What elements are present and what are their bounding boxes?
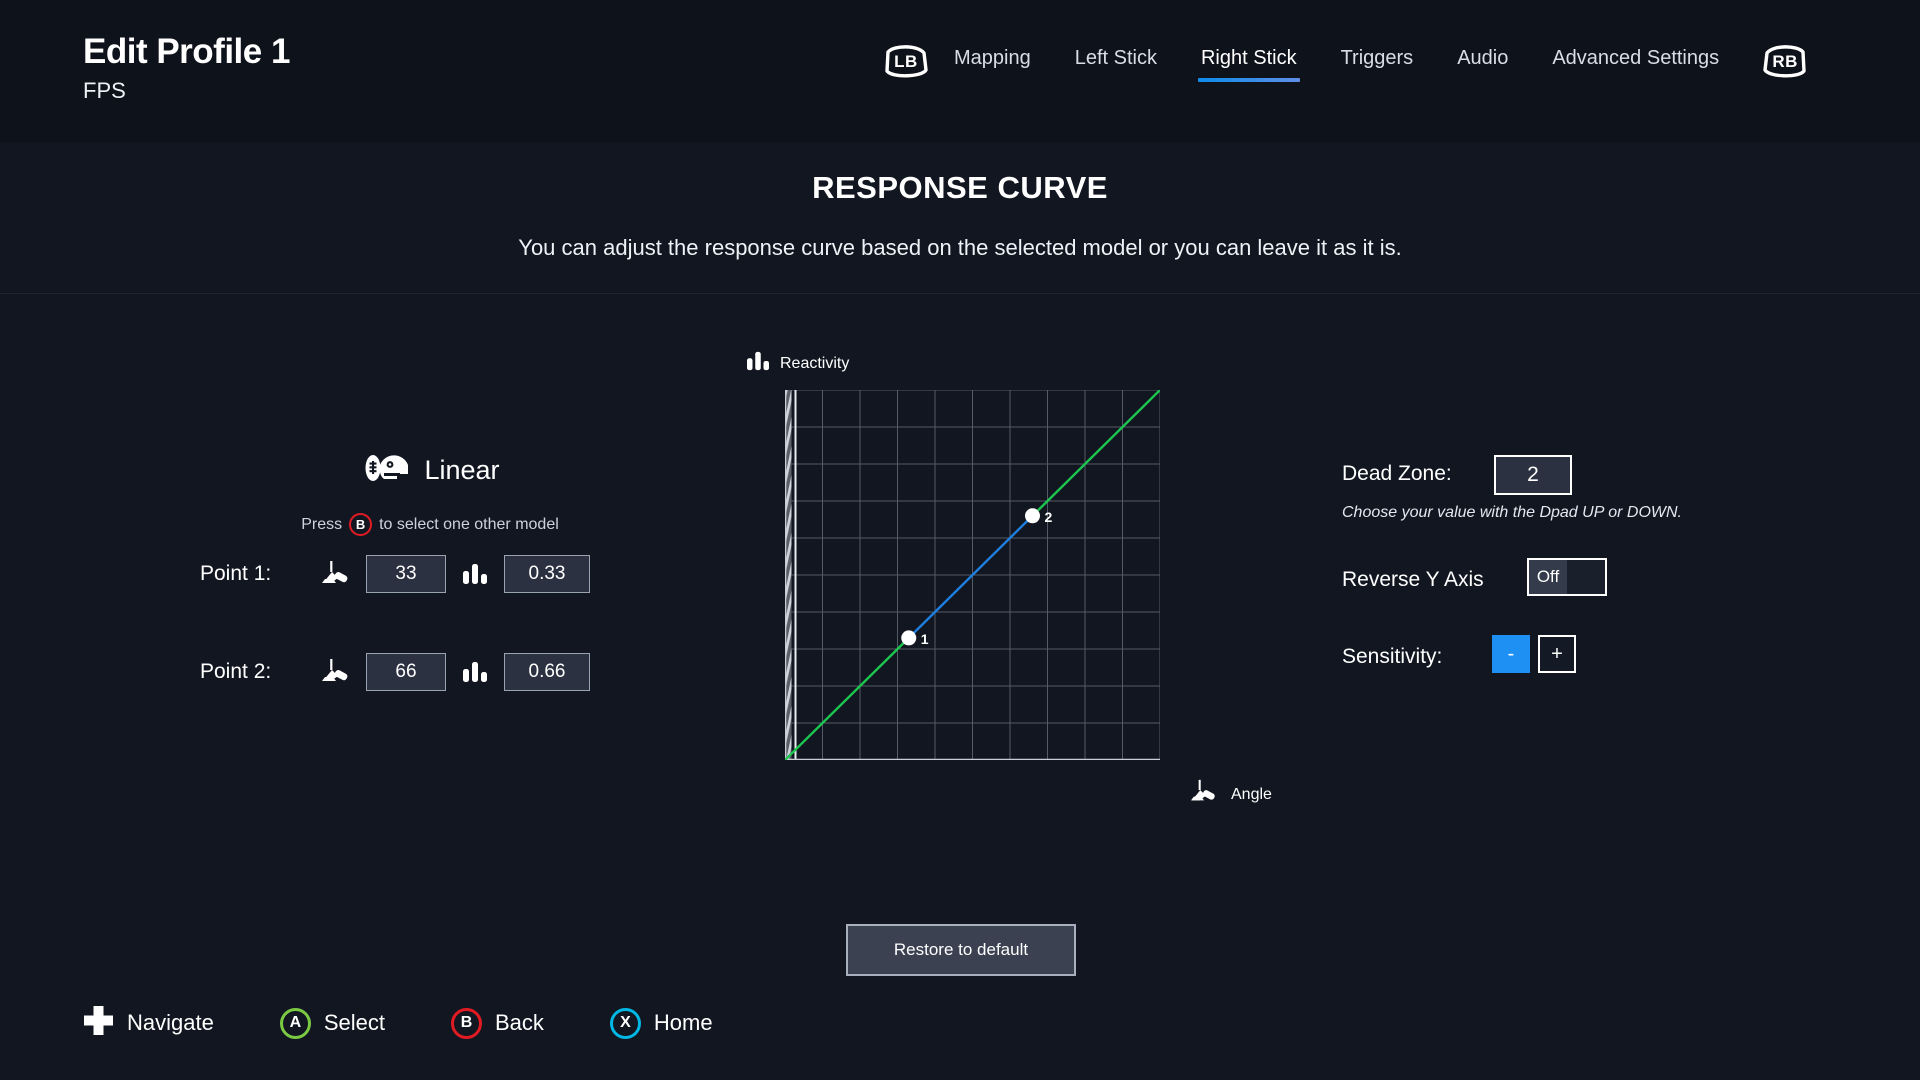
b-button-icon: B bbox=[349, 513, 372, 536]
joystick-icon bbox=[308, 559, 366, 589]
reverse-y-axis-track bbox=[1567, 560, 1605, 594]
profile-subtitle: FPS bbox=[83, 78, 126, 104]
lb-label: LB bbox=[894, 52, 918, 72]
joystick-icon bbox=[308, 657, 366, 687]
svg-text:2: 2 bbox=[1045, 509, 1053, 525]
tab-left-stick[interactable]: Left Stick bbox=[1075, 43, 1157, 82]
football-helmet-icon bbox=[360, 448, 410, 493]
response-curve-screen: Edit Profile 1 FPS LB Mapping Left Stick… bbox=[0, 0, 1920, 1080]
dpad-icon bbox=[83, 1005, 114, 1041]
a-button-icon: A bbox=[280, 1008, 311, 1039]
reverse-y-axis-value: Off bbox=[1529, 560, 1567, 594]
hint-home[interactable]: X Home bbox=[610, 1008, 713, 1039]
svg-text:1: 1 bbox=[921, 631, 929, 647]
page-title: Edit Profile 1 bbox=[83, 32, 290, 72]
x-button-icon: X bbox=[610, 1008, 641, 1039]
b-button-icon: B bbox=[451, 1008, 482, 1039]
response-curve-chart[interactable]: Reactivity Angle 00.10.20.30.40.50.60.70… bbox=[745, 350, 1265, 840]
sensitivity-label: Sensitivity: bbox=[1342, 645, 1442, 669]
hint-back[interactable]: B Back bbox=[451, 1008, 544, 1039]
point-2-row: Point 2: 66 0.66 bbox=[200, 653, 590, 691]
point-1-row: Point 1: 33 0.33 bbox=[200, 555, 590, 593]
rb-label: RB bbox=[1772, 52, 1798, 72]
restore-to-default-button[interactable]: Restore to default bbox=[846, 924, 1076, 976]
model-hint-suffix: to select one other model bbox=[379, 516, 559, 534]
model-row: Linear bbox=[280, 448, 580, 493]
tab-right-stick[interactable]: Right Stick bbox=[1201, 43, 1297, 82]
section-heading: RESPONSE CURVE bbox=[0, 170, 1920, 206]
plot-area[interactable]: 00.10.20.30.40.50.60.70.80.9101020304050… bbox=[785, 390, 1160, 760]
model-hint-prefix: Press bbox=[301, 516, 342, 534]
reverse-y-axis-toggle[interactable]: Off bbox=[1527, 558, 1607, 596]
header-divider bbox=[0, 293, 1920, 294]
lb-bumper-icon[interactable]: LB bbox=[880, 42, 932, 82]
hint-home-label: Home bbox=[654, 1010, 713, 1036]
point-1-label: Point 1: bbox=[200, 562, 308, 586]
hint-select[interactable]: A Select bbox=[280, 1008, 385, 1039]
bar-chart-icon bbox=[446, 562, 504, 586]
model-selector[interactable]: Linear Press B to select one other model bbox=[280, 448, 580, 536]
point-2-label: Point 2: bbox=[200, 660, 308, 684]
hint-navigate[interactable]: Navigate bbox=[83, 1005, 214, 1041]
point-1-reactivity-value[interactable]: 0.33 bbox=[504, 555, 590, 593]
point-2-angle-value[interactable]: 66 bbox=[366, 653, 446, 691]
tab-advanced-settings[interactable]: Advanced Settings bbox=[1552, 43, 1719, 82]
dead-zone-value[interactable]: 2 bbox=[1494, 455, 1572, 495]
tab-audio[interactable]: Audio bbox=[1457, 43, 1508, 82]
sensitivity-decrease-button[interactable]: - bbox=[1492, 635, 1530, 673]
x-axis-title: Angle bbox=[1188, 778, 1272, 811]
point-1-angle-value[interactable]: 33 bbox=[366, 555, 446, 593]
reverse-y-axis-label: Reverse Y Axis bbox=[1342, 568, 1484, 592]
hint-select-label: Select bbox=[324, 1010, 385, 1036]
dead-zone-hint: Choose your value with the Dpad UP or DO… bbox=[1342, 504, 1682, 522]
y-axis-title-text: Reactivity bbox=[780, 355, 849, 373]
x-axis-title-text: Angle bbox=[1231, 786, 1272, 804]
bar-chart-icon bbox=[745, 350, 771, 377]
bar-chart-icon bbox=[446, 660, 504, 684]
app-header: Edit Profile 1 FPS LB Mapping Left Stick… bbox=[0, 0, 1920, 142]
hint-navigate-label: Navigate bbox=[127, 1010, 214, 1036]
hint-back-label: Back bbox=[495, 1010, 544, 1036]
point-2-reactivity-value[interactable]: 0.66 bbox=[504, 653, 590, 691]
joystick-icon bbox=[1188, 778, 1222, 811]
model-hint: Press B to select one other model bbox=[280, 513, 580, 536]
main-navigation: LB Mapping Left Stick Right Stick Trigge… bbox=[880, 42, 1811, 82]
section-description: You can adjust the response curve based … bbox=[0, 235, 1920, 261]
rb-bumper-icon[interactable]: RB bbox=[1759, 42, 1811, 82]
dead-zone-label: Dead Zone: bbox=[1342, 462, 1452, 486]
sensitivity-increase-button[interactable]: + bbox=[1538, 635, 1576, 673]
model-name: Linear bbox=[424, 455, 499, 486]
footer-hints: Navigate A Select B Back X Home bbox=[0, 988, 1920, 1080]
tab-triggers[interactable]: Triggers bbox=[1341, 43, 1414, 82]
y-axis-title: Reactivity bbox=[745, 350, 849, 377]
tab-mapping[interactable]: Mapping bbox=[954, 43, 1031, 82]
